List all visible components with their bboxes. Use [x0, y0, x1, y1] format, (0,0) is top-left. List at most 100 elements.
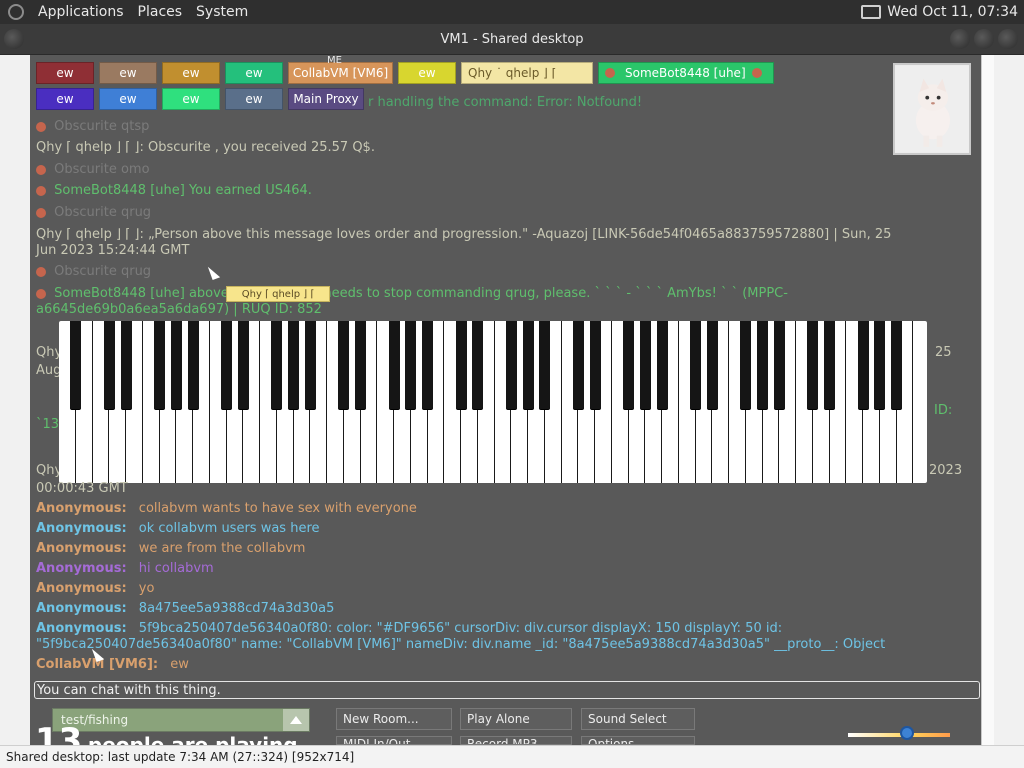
user-tag[interactable]: ew — [36, 88, 94, 110]
panel-menu: Applications Places System — [8, 4, 248, 20]
top-panel: Applications Places System Wed Oct 11, 0… — [0, 0, 1024, 24]
user-tag-self[interactable]: CollabVM [VM6] ME — [288, 55, 393, 84]
piano-black-key[interactable] — [807, 321, 819, 409]
piano-black-key[interactable] — [706, 321, 718, 409]
piano-black-key[interactable] — [891, 321, 902, 409]
vm-screen[interactable]: ew ew ew ew CollabVM [VM6] ME ew Qhy ˙ q… — [30, 55, 981, 745]
new-room-button[interactable]: New Room... — [336, 708, 452, 730]
hidden-line-fragment: `13 — [36, 417, 60, 432]
piano-black-key[interactable] — [170, 321, 182, 409]
user-tag[interactable]: SomeBot8448 [uhe] — [598, 62, 774, 84]
piano-black-key[interactable] — [505, 321, 517, 409]
piano-black-key[interactable] — [338, 321, 350, 409]
piano-black-key[interactable] — [237, 321, 249, 409]
chat-line-text: Obscurite qrug — [54, 264, 152, 279]
user-tag[interactable]: ew — [225, 62, 283, 84]
piano-black-key[interactable] — [623, 321, 634, 409]
piano-black-key[interactable] — [690, 321, 701, 409]
piano-black-key[interactable] — [355, 321, 366, 409]
piano-keyboard[interactable] — [59, 321, 927, 483]
piano-black-key[interactable] — [388, 321, 400, 409]
chat-line-text: Qhy ⌈ qhelp ⌋ ⌈ ⌋: „Person above this me… — [36, 227, 892, 242]
chat-line-text: SomeBot8448 [uhe] You earned US464. — [54, 183, 312, 198]
piano-black-key[interactable] — [589, 321, 601, 409]
display-monitor-icon[interactable] — [861, 5, 882, 19]
chat-line: SomeBot8448 [uhe] above this message nee… — [36, 286, 788, 301]
piano-black-key[interactable] — [405, 321, 417, 409]
user-tag[interactable]: Qhy ˙ qhelp ⌋ ⌈ — [461, 62, 593, 84]
chat-line: Obscurite omo — [36, 162, 150, 177]
chat-line: Obscurite qrug — [36, 264, 151, 279]
piano-black-key[interactable] — [773, 321, 785, 409]
record-mp3-button[interactable]: Record MP3 — [460, 736, 572, 745]
chat-line: Anonymous: we are from the collabvm — [36, 541, 305, 556]
piano-black-key[interactable] — [656, 321, 668, 409]
piano-black-key[interactable] — [221, 321, 232, 409]
piano-black-key[interactable] — [472, 321, 484, 409]
chat-line: Obscurite qtsp — [36, 119, 149, 134]
user-tag[interactable]: ew — [162, 88, 220, 110]
piano-black-key[interactable] — [120, 321, 132, 409]
piano-white-key[interactable] — [913, 321, 927, 483]
volume-slider-knob[interactable] — [900, 726, 914, 740]
window-titlebar[interactable]: VM1 - Shared desktop — [0, 24, 1024, 55]
hidden-line-fragment: Aug — [36, 363, 62, 378]
close-button[interactable] — [998, 29, 1018, 49]
vm-left-gutter — [0, 55, 30, 745]
user-tag[interactable]: ew — [225, 88, 283, 110]
chat-user-name: Anonymous: — [36, 501, 127, 516]
piano-black-key[interactable] — [154, 321, 165, 409]
play-alone-button[interactable]: Play Alone — [460, 708, 572, 730]
user-tag-self-label: CollabVM [VM6] — [292, 66, 389, 80]
piano-black-key[interactable] — [422, 321, 433, 409]
piano-black-key[interactable] — [539, 321, 551, 409]
options-button[interactable]: Options — [581, 736, 695, 745]
midi-in-out-button[interactable]: MIDI In/Out — [336, 736, 452, 745]
piano-black-key[interactable] — [304, 321, 316, 409]
piano-black-key[interactable] — [271, 321, 283, 409]
user-tag-self-sub: ME — [327, 55, 342, 66]
chat-user-name: Anonymous: — [36, 581, 127, 596]
chat-line-text: 00:00:43 GMT — [36, 481, 128, 496]
chat-input[interactable]: You can chat with this thing. — [34, 681, 980, 699]
piano-black-key[interactable] — [522, 321, 534, 409]
user-tag-label: Qhy ˙ qhelp ⌋ ⌈ — [468, 66, 557, 80]
volume-slider[interactable] — [848, 726, 950, 740]
piano-black-key[interactable] — [70, 321, 82, 409]
piano-black-key[interactable] — [103, 321, 115, 409]
user-tag[interactable]: ew — [99, 62, 157, 84]
chat-line: Qhy ⌈ qhelp ⌋ ⌈ ⌋: Obscurite , you recei… — [36, 140, 375, 155]
user-tag[interactable]: Main Proxy — [288, 88, 364, 110]
piano-black-key[interactable] — [874, 321, 886, 409]
system-menu[interactable]: System — [196, 4, 248, 20]
piano-black-key[interactable] — [824, 321, 835, 409]
piano-black-key[interactable] — [857, 321, 869, 409]
piano-black-key[interactable] — [572, 321, 584, 409]
piano-black-key[interactable] — [455, 321, 467, 409]
distro-logo-icon[interactable] — [8, 4, 24, 20]
chat-line-text: 8a475ee5a9388cd74a3d30a5 — [138, 601, 335, 616]
face-emoji-icon — [36, 185, 46, 196]
piano-black-key[interactable] — [740, 321, 752, 409]
user-tag[interactable]: ew — [36, 62, 94, 84]
chat-line-text: we are from the collabvm — [138, 541, 306, 556]
window-menu-button[interactable] — [4, 29, 24, 49]
cursor-name-tooltip: Qhy ⌈ qhelp ⌋ ⌈ — [226, 286, 330, 302]
user-tag[interactable]: ew — [398, 62, 456, 84]
cat-avatar-image — [893, 63, 971, 155]
minimize-button[interactable] — [950, 29, 970, 49]
piano-black-key[interactable] — [639, 321, 651, 409]
user-tag[interactable]: ew — [99, 88, 157, 110]
piano-black-key[interactable] — [288, 321, 299, 409]
piano-black-key[interactable] — [187, 321, 199, 409]
places-menu[interactable]: Places — [138, 4, 183, 20]
user-tag[interactable]: ew — [162, 62, 220, 84]
panel-clock[interactable]: Wed Oct 11, 07:34 — [887, 4, 1018, 20]
chat-line: Obscurite qrug — [36, 205, 151, 220]
sound-select-button[interactable]: Sound Select — [581, 708, 695, 730]
panel-right: Wed Oct 11, 07:34 — [861, 4, 1018, 20]
piano-black-key[interactable] — [757, 321, 768, 409]
maximize-button[interactable] — [974, 29, 994, 49]
vm-scrollbar[interactable] — [981, 55, 994, 745]
applications-menu[interactable]: Applications — [38, 4, 124, 20]
